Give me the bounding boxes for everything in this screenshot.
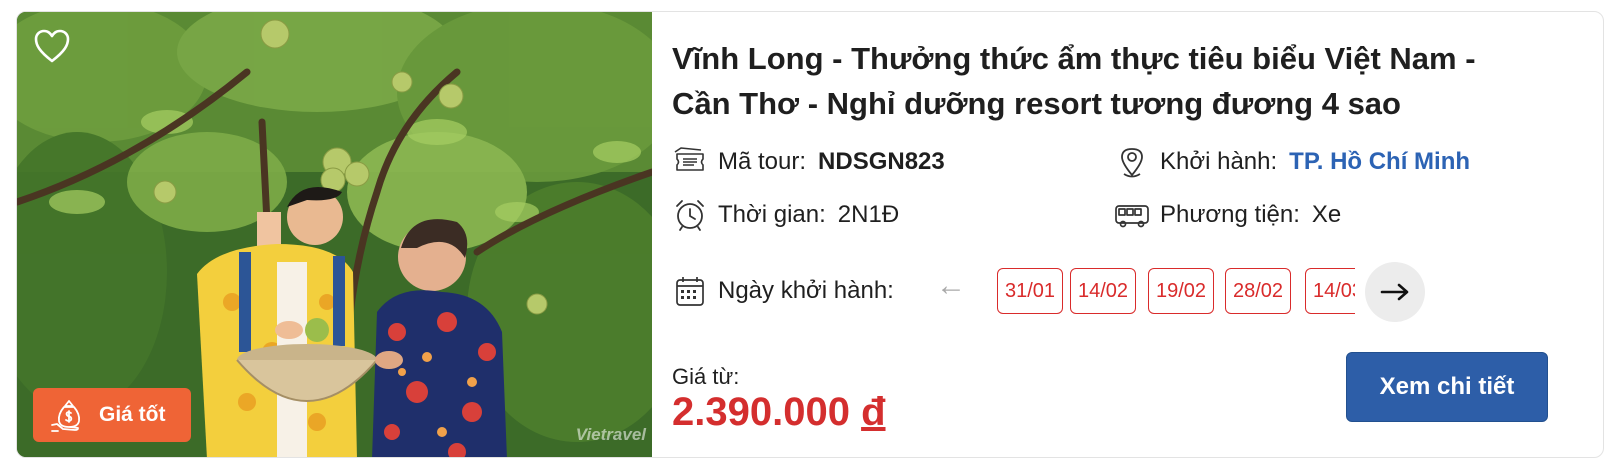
departure-label: Khởi hành: <box>1160 148 1278 175</box>
bus-icon <box>1115 205 1149 228</box>
departure-dates-label: Ngày khởi hành: <box>718 277 894 304</box>
price-from-label: Giá từ: <box>672 364 740 389</box>
transport-row: Phương tiện: Xe <box>1114 197 1341 233</box>
heart-icon[interactable] <box>33 28 71 64</box>
ticket-icon <box>674 147 704 171</box>
tour-code-value: NDSGN823 <box>818 148 945 175</box>
duration-row: Thời gian: 2N1Đ <box>672 197 899 233</box>
tour-info: Vĩnh Long - Thưởng thức ẩm thực tiêu biể… <box>672 12 1603 457</box>
money-bag-hand-icon <box>51 400 81 432</box>
departure-row: Khởi hành: TP. Hồ Chí Minh <box>1114 144 1470 180</box>
calendar-icon <box>676 277 704 306</box>
arrow-right-icon <box>1380 283 1409 301</box>
transport-label: Phương tiện: <box>1160 201 1300 228</box>
date-chip[interactable]: 14/02 <box>1070 268 1136 314</box>
departure-dates-row: Ngày khởi hành: <box>672 273 906 309</box>
best-price-badge: Giá tốt <box>33 388 191 442</box>
tour-code-row: Mã tour: NDSGN823 <box>672 144 945 180</box>
duration-label: Thời gian: <box>718 201 826 228</box>
date-carousel: 31/01 14/02 19/02 28/02 14/03 <box>997 268 1355 314</box>
tour-code-label: Mã tour: <box>718 148 807 175</box>
price-currency: đ <box>861 390 886 434</box>
date-chip[interactable]: 19/02 <box>1148 268 1214 314</box>
price-amount: 2.390.000 <box>672 390 850 434</box>
price-value: 2.390.000 đ <box>672 390 886 435</box>
transport-value: Xe <box>1311 201 1342 228</box>
tour-card: Giá tốt Vietravel Vĩnh Long - Thưởng thứ… <box>16 11 1604 458</box>
dates-next-button[interactable] <box>1365 262 1425 322</box>
tour-photo[interactable]: Giá tốt Vietravel <box>17 12 652 457</box>
photo-watermark: Vietravel <box>575 425 646 444</box>
duration-value: 2N1Đ <box>837 201 900 228</box>
tour-title[interactable]: Vĩnh Long - Thưởng thức ẩm thực tiêu biể… <box>672 36 1542 126</box>
date-chip[interactable]: 14/03 <box>1305 268 1355 314</box>
map-pin-icon <box>1121 148 1143 178</box>
date-chip[interactable]: 31/01 <box>997 268 1063 314</box>
alarm-clock-icon <box>676 200 704 231</box>
date-chip[interactable]: 28/02 <box>1225 268 1291 314</box>
view-details-button[interactable]: Xem chi tiết <box>1346 352 1548 422</box>
badge-label: Giá tốt <box>99 403 166 426</box>
departure-city-link[interactable]: TP. Hồ Chí Minh <box>1289 148 1470 176</box>
dates-prev-arrow-icon[interactable]: ← <box>934 269 968 303</box>
